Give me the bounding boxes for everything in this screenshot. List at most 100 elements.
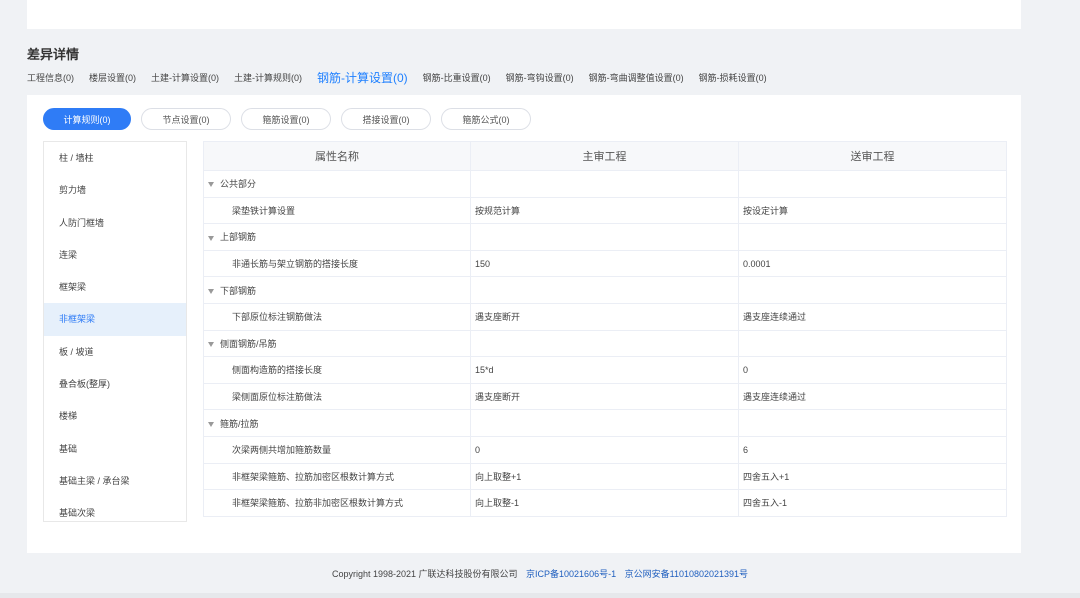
table-row: 梁侧面原位标注筋做法 遇支座断开 遇支座连续通过 xyxy=(203,382,1007,411)
attribute-name-text: 非通长筋与架立钢筋的搭接长度 xyxy=(232,259,359,270)
cell-attribute-name: 非框架梁箍筋、拉筋非加密区根数计算方式 xyxy=(203,489,471,517)
sidebar-item-10[interactable]: 基础主梁 / 承台梁 xyxy=(44,465,186,497)
diff-tab-1[interactable]: 楼层设置(0) xyxy=(89,71,136,84)
cell-sent-value: 按设定计算 xyxy=(738,196,1007,225)
table-group-row[interactable]: 上部钢筋 xyxy=(203,223,1007,251)
diff-tab-4[interactable]: 钢筋-计算设置(0) xyxy=(317,69,408,86)
table-group-row[interactable]: 下部钢筋 xyxy=(203,276,1007,304)
attribute-name-text: 梁垫铁计算设置 xyxy=(232,205,296,216)
cell-attribute-name: 箍筋/拉筋 xyxy=(203,409,471,437)
attribute-name-text: 梁侧面原位标注筋做法 xyxy=(232,392,323,403)
cell-attribute-name: 侧面钢筋/吊筋 xyxy=(203,329,471,358)
sidebar-item-5[interactable]: 非框架梁 xyxy=(44,303,186,336)
diff-tab-7[interactable]: 钢筋-弯曲调整值设置(0) xyxy=(589,71,684,84)
footer-copyright: Copyright 1998-2021 广联达科技股份有限公司 xyxy=(331,569,518,579)
table-row: 非框架梁箍筋、拉筋非加密区根数计算方式 向上取整-1 四舍五入-1 xyxy=(203,489,1007,517)
diff-tab-3[interactable]: 土建-计算规则(0) xyxy=(234,71,302,84)
attribute-name-text: 次梁两侧共增加箍筋数量 xyxy=(232,445,332,456)
sub-tab-2[interactable]: 箍筋设置(0) xyxy=(241,108,331,130)
sub-tab-4[interactable]: 箍筋公式(0) xyxy=(441,108,531,130)
table-row: 次梁两侧共增加箍筋数量 0 6 xyxy=(203,435,1007,464)
cell-main-value: 遇支座断开 xyxy=(470,302,739,331)
cell-main-value xyxy=(470,170,739,198)
cell-main-value: 向上取整-1 xyxy=(470,489,739,517)
caret-down-icon[interactable] xyxy=(208,341,214,347)
table-row: 梁垫铁计算设置 按规范计算 按设定计算 xyxy=(203,196,1007,225)
component-sidebar: 柱 / 墙柱 剪力墙 人防门框墙 连梁 框架梁 非框架梁板 / 坡道 叠合板(整厚) 楼梯 基础… xyxy=(43,141,187,522)
footer: Copyright 1998-2021 广联达科技股份有限公司 京ICP备100… xyxy=(0,567,1080,580)
cell-attribute-name: 梁侧面原位标注筋做法 xyxy=(203,382,471,411)
cell-attribute-name: 下部钢筋 xyxy=(203,276,471,304)
main-card: 计算规则(0) 节点设置(0) 箍筋设置(0) 搭接设置(0) 箍筋公式(0) 柱 / … xyxy=(27,95,1021,553)
cell-sent-value xyxy=(738,409,1007,437)
cell-sent-value: 遇支座连续通过 xyxy=(738,302,1007,331)
diff-tab-6[interactable]: 钢筋-弯钩设置(0) xyxy=(506,71,574,84)
attribute-name-text: 侧面构造筋的搭接长度 xyxy=(232,365,323,376)
sidebar-item-0[interactable]: 柱 / 墙柱 xyxy=(44,142,186,174)
diff-tabs: 工程信息(0) 楼层设置(0) 土建-计算设置(0) 土建-计算规则(0) 钢筋-计算设… xyxy=(27,66,782,88)
cell-sent-value xyxy=(738,223,1007,251)
sidebar-item-7[interactable]: 叠合板(整厚) xyxy=(44,368,186,400)
table-row: 下部原位标注钢筋做法 遇支座断开 遇支座连续通过 xyxy=(203,302,1007,331)
caret-down-icon[interactable] xyxy=(208,235,214,241)
cell-attribute-name: 下部原位标注钢筋做法 xyxy=(203,302,471,331)
sidebar-item-1[interactable]: 剪力墙 xyxy=(44,174,186,206)
cell-attribute-name: 次梁两侧共增加箍筋数量 xyxy=(203,435,471,464)
sidebar-item-11[interactable]: 基础次梁 xyxy=(44,497,186,521)
cell-sent-value xyxy=(738,276,1007,304)
cell-main-value: 遇支座断开 xyxy=(470,382,739,411)
cell-main-value: 150 xyxy=(470,249,739,278)
diff-tab-2[interactable]: 土建-计算设置(0) xyxy=(151,71,219,84)
sidebar-item-9[interactable]: 基础 xyxy=(44,433,186,465)
diff-tab-0[interactable]: 工程信息(0) xyxy=(27,71,74,84)
cell-sent-value: 四舍五入-1 xyxy=(738,489,1007,517)
sidebar-item-8[interactable]: 楼梯 xyxy=(44,400,186,432)
sub-tabs: 计算规则(0) 节点设置(0) 箍筋设置(0) 搭接设置(0) 箍筋公式(0) xyxy=(43,108,541,130)
table-group-row[interactable]: 箍筋/拉筋 xyxy=(203,409,1007,437)
table-group-row[interactable]: 侧面钢筋/吊筋 xyxy=(203,329,1007,358)
cell-sent-value: 遇支座连续通过 xyxy=(738,382,1007,411)
cell-sent-value xyxy=(738,170,1007,198)
cell-main-value: 15*d xyxy=(470,356,739,384)
footer-police-link[interactable]: 京公网安备11010802021391号 xyxy=(625,569,748,579)
sidebar-item-6[interactable]: 板 / 坡道 xyxy=(44,336,186,368)
diff-tab-8[interactable]: 钢筋-损耗设置(0) xyxy=(699,71,767,84)
cell-sent-value: 四舍五入+1 xyxy=(738,462,1007,491)
cell-main-value xyxy=(470,276,739,304)
caret-down-icon[interactable] xyxy=(208,421,214,427)
footer-icp-link[interactable]: 京ICP备10021606号-1 xyxy=(526,569,616,579)
cell-sent-value: 0 xyxy=(738,356,1007,384)
top-card xyxy=(27,0,1021,29)
table-row: 非框架梁箍筋、拉筋加密区根数计算方式 向上取整+1 四舍五入+1 xyxy=(203,462,1007,491)
cell-attribute-name: 非通长筋与架立钢筋的搭接长度 xyxy=(203,249,471,278)
cell-attribute-name: 非框架梁箍筋、拉筋加密区根数计算方式 xyxy=(203,462,471,491)
cell-main-value: 0 xyxy=(470,435,739,464)
table-group-row[interactable]: 公共部分 xyxy=(203,170,1007,198)
sub-tab-3[interactable]: 搭接设置(0) xyxy=(341,108,431,130)
attribute-name-text: 下部原位标注钢筋做法 xyxy=(232,312,323,323)
section-title: 差异详情 xyxy=(27,47,80,62)
bottom-divider xyxy=(0,593,1080,598)
header-attribute-name: 属性名称 xyxy=(203,141,471,171)
cell-attribute-name: 侧面构造筋的搭接长度 xyxy=(203,356,471,384)
attribute-name-text: 箍筋/拉筋 xyxy=(220,418,259,429)
cell-main-value xyxy=(470,329,739,358)
diff-table: 属性名称 主审工程 送审工程 公共部分梁垫铁计算设置 按规范计算 按设定计算上部钢筋… xyxy=(203,141,1007,517)
caret-down-icon[interactable] xyxy=(208,288,214,294)
attribute-name-text: 非框架梁箍筋、拉筋加密区根数计算方式 xyxy=(232,471,395,482)
sub-tab-0[interactable]: 计算规则(0) xyxy=(43,108,131,130)
attribute-name-text: 上部钢筋 xyxy=(220,232,257,243)
cell-attribute-name: 公共部分 xyxy=(203,170,471,198)
header-main-project: 主审工程 xyxy=(470,141,739,171)
sidebar-item-2[interactable]: 人防门框墙 xyxy=(44,207,186,239)
attribute-name-text: 下部钢筋 xyxy=(220,285,257,296)
caret-down-icon[interactable] xyxy=(208,182,214,188)
sidebar-item-4[interactable]: 框架梁 xyxy=(44,271,186,303)
sub-tab-1[interactable]: 节点设置(0) xyxy=(141,108,231,130)
cell-sent-value xyxy=(738,329,1007,358)
cell-sent-value: 0.0001 xyxy=(738,249,1007,278)
cell-main-value: 按规范计算 xyxy=(470,196,739,225)
table-header-row: 属性名称 主审工程 送审工程 xyxy=(203,141,1007,171)
diff-tab-5[interactable]: 钢筋-比重设置(0) xyxy=(423,71,491,84)
sidebar-item-3[interactable]: 连梁 xyxy=(44,239,186,271)
